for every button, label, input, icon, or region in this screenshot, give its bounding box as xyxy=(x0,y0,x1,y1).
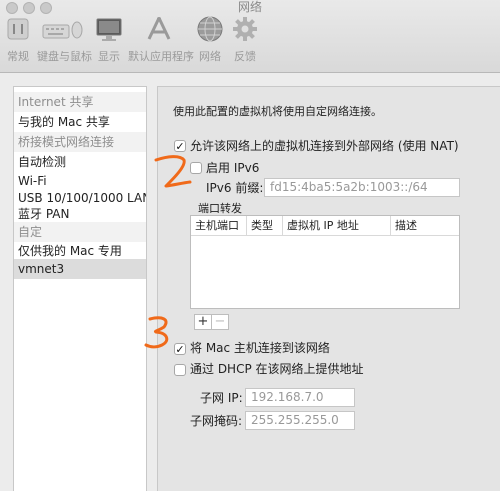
sidebar-item-bluetooth-pan[interactable]: 蓝牙 PAN xyxy=(14,204,146,224)
subnet-ip-field[interactable]: 192.168.7.0 xyxy=(245,388,355,407)
sidebar-header-bridged: 桥接模式网络连接 xyxy=(14,132,146,152)
annotation-mark-2 xyxy=(154,155,192,188)
port-forwarding-label: 端口转发 xyxy=(198,202,242,215)
column-vm-ip[interactable]: 虚拟机 IP 地址 xyxy=(283,216,391,235)
window-title: 网络 xyxy=(237,0,262,14)
sidebar-header-custom: 自定 xyxy=(14,222,146,242)
subnet-mask-field[interactable]: 255.255.255.0 xyxy=(245,411,355,430)
sidebar-item-share-with-mac[interactable]: 与我的 Mac 共享 xyxy=(14,112,146,132)
toolbar-feedback[interactable]: 反馈 xyxy=(231,16,259,68)
default-apps-icon xyxy=(146,16,172,42)
ipv6-prefix-field[interactable]: fd15:4ba5:5a2b:1003::/64 xyxy=(264,178,460,197)
window-toolbar: 网络 常规 键盘与鼠标 显示 默认应用程序 网络 反馈 xyxy=(0,0,500,73)
keyboard-mouse-icon xyxy=(41,16,85,42)
toolbar-display[interactable]: 显示 xyxy=(95,16,123,68)
dhcp-label: 通过 DHCP 在该网络上提供地址 xyxy=(190,362,364,376)
allow-nat-label: 允许该网络上的虚拟机连接到外部网络 (使用 NAT) xyxy=(190,139,459,153)
sidebar-item-autodetect[interactable]: 自动检测 xyxy=(14,152,146,172)
toolbar-network[interactable]: 网络 xyxy=(195,16,225,68)
subnet-ip-label: 子网 IP: xyxy=(200,391,243,405)
toolbar-general[interactable]: 常规 xyxy=(4,16,32,68)
annotation-mark-3 xyxy=(144,316,169,349)
sidebar-item-private-to-mac[interactable]: 仅供我的 Mac 专用 xyxy=(14,241,146,261)
port-forwarding-table[interactable]: 主机端口 类型 虚拟机 IP 地址 描述 xyxy=(190,215,460,309)
network-sidebar: Internet 共享 与我的 Mac 共享 桥接模式网络连接 自动检测 Wi-… xyxy=(13,86,147,491)
column-type[interactable]: 类型 xyxy=(247,216,283,235)
column-description[interactable]: 描述 xyxy=(391,216,459,235)
table-header-divider xyxy=(191,235,459,236)
sidebar-item-vmnet3[interactable]: vmnet3 xyxy=(14,259,146,279)
connect-mac-label: 将 Mac 主机连接到该网络 xyxy=(190,341,330,355)
dhcp-checkbox[interactable] xyxy=(174,364,186,376)
feedback-gear-icon xyxy=(232,16,258,42)
toolbar-keyboard-mouse[interactable]: 键盘与鼠标 xyxy=(37,16,92,68)
sidebar-header-internet-sharing: Internet 共享 xyxy=(14,92,146,112)
add-port-button[interactable]: + xyxy=(194,314,212,330)
network-globe-icon xyxy=(197,16,223,42)
ipv6-prefix-label: IPv6 前缀: xyxy=(206,181,264,195)
toolbar-default-apps[interactable]: 默认应用程序 xyxy=(128,16,194,68)
remove-port-button[interactable]: − xyxy=(211,314,229,330)
panel-description: 使用此配置的虚拟机将使用自定网络连接。 xyxy=(173,105,382,118)
general-icon xyxy=(5,16,31,42)
column-host-port[interactable]: 主机端口 xyxy=(191,216,247,235)
subnet-mask-label: 子网掩码: xyxy=(190,414,243,428)
display-icon xyxy=(96,16,122,42)
enable-ipv6-label: 启用 IPv6 xyxy=(206,161,260,175)
